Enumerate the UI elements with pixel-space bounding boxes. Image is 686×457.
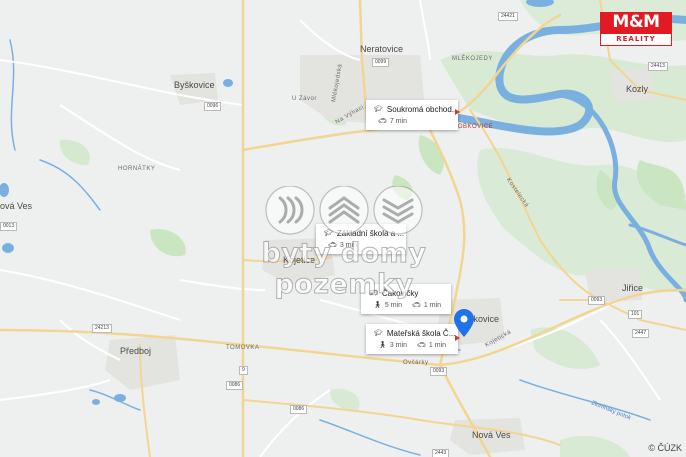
car-icon: 🚗︎ bbox=[417, 342, 426, 349]
road-shield: 0099 bbox=[372, 58, 390, 67]
poi-name: Mateřská škola Č... bbox=[386, 329, 456, 338]
town-label: Jiřice bbox=[622, 283, 644, 293]
copyright-label: © ČÚZK bbox=[648, 443, 682, 453]
logo-bottom: REALITY bbox=[600, 33, 672, 46]
locality-label: LOBKOVICE bbox=[454, 124, 494, 130]
road-shield: 2443 bbox=[432, 449, 450, 457]
map-view[interactable]: Neratovice Byškovice Kozly LOBKOVICE MLÉ… bbox=[0, 0, 686, 457]
drive-time: 7 min bbox=[389, 118, 408, 125]
town-label: Neratovice bbox=[360, 44, 404, 54]
road-shield: 24421 bbox=[498, 12, 518, 21]
watermark: byty domy pozemky bbox=[206, 185, 482, 301]
road-shield: 24213 bbox=[92, 324, 112, 333]
poi-pointer-icon bbox=[455, 109, 460, 115]
walk-icon: 🚶︎ bbox=[373, 302, 382, 309]
town-label: Předboj bbox=[120, 346, 152, 356]
street-label: U Závor bbox=[292, 96, 317, 102]
car-icon: 🚗︎ bbox=[378, 118, 387, 125]
brand-logo: M&M REALITY bbox=[600, 12, 672, 46]
poi-card[interactable]: 🎓︎ Mateřská škola Č... 🚶︎ 3 min 🚗︎ 1 min bbox=[366, 324, 458, 354]
car-icon: 🚗︎ bbox=[412, 302, 421, 309]
town-label: Byškovice bbox=[174, 80, 215, 90]
town-label: Kozly bbox=[626, 84, 649, 94]
watermark-text: byty domy pozemky bbox=[261, 238, 427, 301]
road-shield: 9 bbox=[239, 366, 248, 375]
locality-label: TOMOVKA bbox=[226, 345, 260, 351]
school-icon: 🎓︎ bbox=[374, 330, 383, 337]
locality-label: Ovčárky bbox=[403, 360, 429, 366]
road-shield: 0013 bbox=[0, 222, 18, 231]
road-shield: 0086 bbox=[290, 405, 308, 414]
road-shield: 0096 bbox=[204, 102, 222, 111]
town-label: Nová Ves bbox=[472, 430, 511, 440]
walk-time: 3 min bbox=[389, 342, 408, 349]
walk-icon: 🚶︎ bbox=[378, 342, 387, 349]
watermark-icons bbox=[265, 185, 423, 235]
poi-name: Soukromá obchod... bbox=[386, 105, 459, 114]
walk-time: 5 min bbox=[384, 302, 403, 309]
location-pin-icon[interactable] bbox=[454, 309, 474, 337]
road-shield: 101 bbox=[628, 310, 643, 319]
poi-card[interactable]: 🎓︎ Soukromá obchod... 🚗︎ 7 min bbox=[366, 100, 459, 130]
locality-label: MLÉKOJEDY bbox=[452, 56, 493, 62]
town-label: ová Ves bbox=[0, 201, 33, 211]
road-shield: 0093 bbox=[430, 367, 448, 376]
locality-label: HORNÁTKY bbox=[118, 166, 156, 172]
logo-top: M&M bbox=[600, 12, 672, 33]
road-shield: 0093 bbox=[588, 296, 606, 305]
road-shield: 24413 bbox=[648, 62, 668, 71]
road-shield: 0086 bbox=[226, 381, 244, 390]
drive-time: 1 min bbox=[423, 302, 442, 309]
school-icon: 🎓︎ bbox=[374, 106, 383, 113]
drive-time: 1 min bbox=[428, 342, 447, 349]
road-shield: 2447 bbox=[632, 329, 650, 338]
